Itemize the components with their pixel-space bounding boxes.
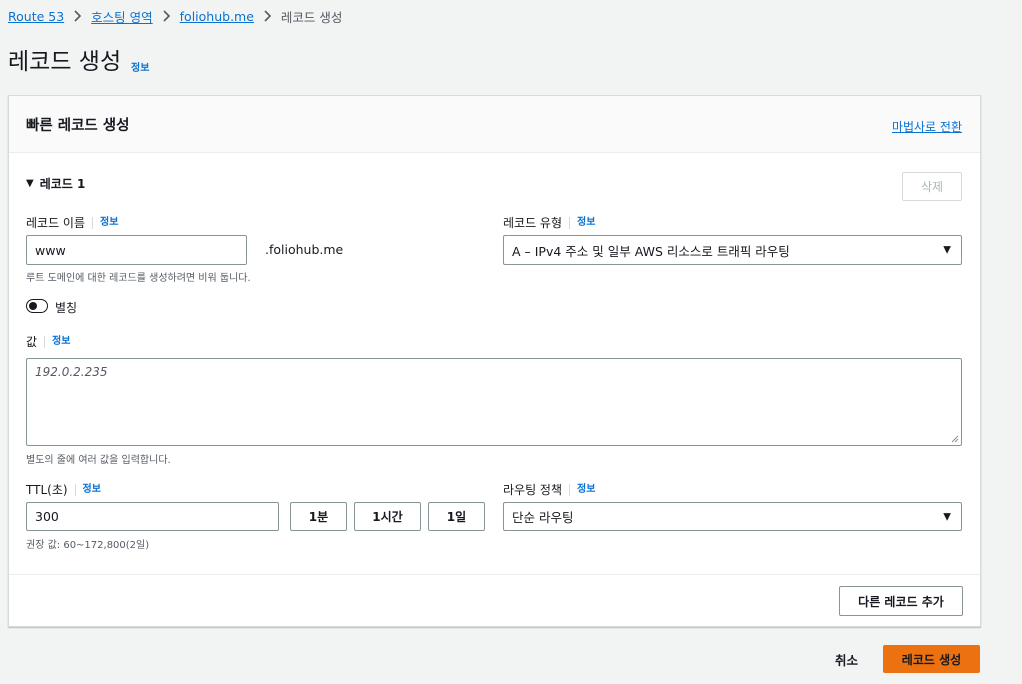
routing-policy-select[interactable]: 단순 라우팅 ▼: [503, 502, 962, 531]
breadcrumb-current: 레코드 생성: [280, 9, 343, 25]
switch-to-wizard-link[interactable]: 마법사로 전환: [892, 118, 962, 135]
ttl-1min-button[interactable]: 1분: [290, 502, 347, 531]
caret-down-icon: ▼: [943, 511, 951, 522]
record-section-label: 레코드 1: [39, 177, 86, 191]
cancel-button[interactable]: 취소: [835, 650, 858, 669]
chevron-right-icon: [162, 10, 171, 22]
delete-record-button[interactable]: 삭제: [902, 172, 962, 201]
quick-create-panel: 빠른 레코드 생성 마법사로 전환 ▼ 레코드 1 삭제 레코드 이름 정보 w…: [8, 95, 981, 627]
record-type-label-row: 레코드 유형 정보: [503, 214, 595, 231]
alias-toggle[interactable]: [26, 299, 48, 313]
routing-policy-label-row: 라우팅 정책 정보: [503, 481, 595, 498]
routing-policy-info-link[interactable]: 정보: [569, 483, 595, 496]
add-another-record-button[interactable]: 다른 레코드 추가: [839, 586, 963, 616]
routing-policy-value: 단순 라우팅: [512, 510, 574, 525]
ttl-label-row: TTL(초) 정보: [26, 481, 101, 498]
alias-label: 별칭: [55, 301, 78, 315]
value-placeholder: 192.0.2.235: [35, 365, 108, 379]
breadcrumb-hosted-zones[interactable]: 호스팅 영역: [91, 7, 152, 26]
record-name-label-row: 레코드 이름 정보: [26, 214, 118, 231]
breadcrumb: Route 53 호스팅 영역 foliohub.me 레코드 생성: [8, 7, 342, 25]
record-name-label: 레코드 이름: [26, 216, 86, 230]
routing-policy-label: 라우팅 정책: [503, 483, 563, 497]
create-records-button[interactable]: 레코드 생성: [883, 645, 980, 673]
record-section-toggle[interactable]: ▼ 레코드 1: [26, 175, 85, 192]
record-type-label: 레코드 유형: [503, 216, 563, 230]
ttl-label: TTL(초): [26, 483, 68, 497]
breadcrumb-route53[interactable]: Route 53: [8, 9, 64, 24]
toggle-knob: [28, 301, 37, 310]
value-info-link[interactable]: 정보: [44, 335, 70, 348]
record-name-hint: 루트 도메인에 대한 레코드를 생성하려면 비워 둡니다.: [26, 273, 251, 284]
page-title: 레코드 생성: [8, 49, 122, 75]
domain-suffix: .foliohub.me: [265, 242, 344, 257]
ttl-1hour-button[interactable]: 1시간: [354, 502, 421, 531]
breadcrumb-zone[interactable]: foliohub.me: [180, 9, 254, 24]
ttl-1day-button[interactable]: 1일: [428, 502, 485, 531]
record-type-select[interactable]: A – IPv4 주소 및 일부 AWS 리소스로 트래픽 라우팅 ▼: [503, 235, 962, 265]
value-textarea[interactable]: 192.0.2.235: [26, 358, 962, 446]
chevron-right-icon: [263, 10, 272, 22]
panel-divider: [9, 574, 980, 575]
title-info-link[interactable]: 정보: [131, 59, 149, 74]
caret-down-icon: ▼: [943, 244, 951, 256]
record-name-input[interactable]: www: [26, 235, 247, 265]
caret-down-icon: ▼: [26, 178, 34, 189]
value-hint: 별도의 줄에 여러 값을 입력합니다.: [26, 455, 171, 466]
record-name-info-link[interactable]: 정보: [92, 216, 118, 229]
record-type-value: A – IPv4 주소 및 일부 AWS 리소스로 트래픽 라우팅: [512, 243, 790, 259]
ttl-info-link[interactable]: 정보: [74, 483, 101, 496]
value-label-row: 값 정보: [26, 333, 70, 350]
panel-title: 빠른 레코드 생성: [26, 118, 130, 134]
chevron-right-icon: [73, 10, 82, 22]
ttl-input[interactable]: 300: [26, 502, 279, 531]
panel-header: 빠른 레코드 생성 마법사로 전환: [9, 96, 980, 153]
value-label: 값: [26, 335, 38, 349]
resize-handle-icon[interactable]: [951, 435, 959, 443]
ttl-hint: 권장 값: 60~172,800(2일): [26, 540, 150, 551]
record-type-info-link[interactable]: 정보: [569, 216, 595, 229]
